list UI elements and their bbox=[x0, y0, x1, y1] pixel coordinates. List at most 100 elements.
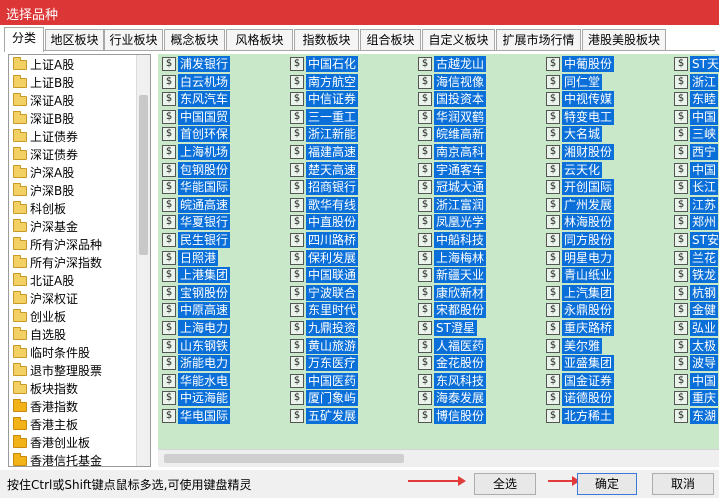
stock-item[interactable]: $ 浙江 bbox=[672, 73, 719, 90]
stock-item[interactable]: $ 中葡股份 bbox=[544, 56, 669, 72]
stock-item[interactable]: $ 江苏 bbox=[672, 196, 719, 213]
stock-item[interactable]: $ 中远海能 bbox=[160, 390, 285, 407]
stock-item[interactable]: $ 三一重工 bbox=[288, 108, 413, 125]
stock-item[interactable]: $ 中信证券 bbox=[288, 91, 413, 108]
stock-item[interactable]: $ 海信视像 bbox=[416, 73, 541, 90]
stock-item[interactable]: $ 杭钢 bbox=[672, 284, 719, 301]
tab-9[interactable]: 扩展市场行情 bbox=[496, 29, 581, 51]
stock-item[interactable]: $ 海泰发展 bbox=[416, 390, 541, 407]
category-item[interactable]: 所有沪深指数 bbox=[9, 254, 136, 272]
stock-item[interactable]: $ 太极 bbox=[672, 337, 719, 354]
stock-item[interactable]: $ 金花股份 bbox=[416, 355, 541, 372]
stock-item[interactable]: $ 国投资本 bbox=[416, 91, 541, 108]
stock-item[interactable]: $ 宋都股份 bbox=[416, 302, 541, 319]
stock-item[interactable]: $ 招商银行 bbox=[288, 179, 413, 196]
stock-item[interactable]: $ 中直股份 bbox=[288, 214, 413, 231]
stock-item[interactable]: $ 华能国际 bbox=[160, 179, 285, 196]
stock-item[interactable]: $ ST安 bbox=[672, 232, 719, 248]
stock-item[interactable]: $ 南京高科 bbox=[416, 144, 541, 160]
stock-item[interactable]: $ 凤凰光学 bbox=[416, 214, 541, 231]
stock-item[interactable]: $ 华能水电 bbox=[160, 372, 285, 389]
stock-item[interactable]: $ 人福医药 bbox=[416, 337, 541, 354]
stock-item[interactable]: $ 华电国际 bbox=[160, 408, 285, 424]
category-item[interactable]: 深证A股 bbox=[9, 92, 136, 110]
category-item[interactable]: 自选股 bbox=[9, 326, 136, 344]
category-item[interactable]: 退市整理股票 bbox=[9, 362, 136, 380]
stock-item[interactable]: $ 东风汽车 bbox=[160, 91, 285, 108]
category-item[interactable]: 上证债券 bbox=[9, 128, 136, 146]
stock-item[interactable]: $ 黄山旅游 bbox=[288, 337, 413, 354]
stock-item[interactable]: $ 浙能电力 bbox=[160, 355, 285, 372]
stock-item[interactable]: $ 中国医药 bbox=[288, 372, 413, 389]
stock-item[interactable]: $ 中国 bbox=[672, 161, 719, 178]
stock-item[interactable]: $ 美尔雅 bbox=[544, 337, 669, 354]
category-list[interactable]: 上证A股 上证B股 深证A股 深证B股 上证债券 深证债券 沪深A股 沪深B股 科创板 沪深基金所… bbox=[8, 54, 151, 467]
scrollbar-thumb[interactable] bbox=[139, 95, 148, 255]
category-item[interactable]: 上证B股 bbox=[9, 74, 136, 92]
category-item[interactable]: 沪深A股 bbox=[9, 164, 136, 182]
stock-item[interactable]: $ 华夏银行 bbox=[160, 214, 285, 231]
stock-item[interactable]: $ 亚盛集团 bbox=[544, 355, 669, 372]
stock-item[interactable]: $ 皖通高速 bbox=[160, 196, 285, 213]
stock-item[interactable]: $ 开创国际 bbox=[544, 179, 669, 196]
stock-grid[interactable]: $ 浦发银行 $ 白云机场 $ 东风汽车 $ 中国国贸 $ 首创环保 $ 上海机场 $ 包钢股份 $ 华能国际… bbox=[158, 54, 719, 449]
stock-item[interactable]: $ 东湖 bbox=[672, 408, 719, 424]
stock-item[interactable]: $ 浦发银行 bbox=[160, 56, 285, 72]
stock-item[interactable]: $ 中国国贸 bbox=[160, 108, 285, 125]
stock-item[interactable]: $ 西宁 bbox=[672, 144, 719, 160]
stock-item[interactable]: $ 中视传媒 bbox=[544, 91, 669, 108]
category-item[interactable]: 香港主板 bbox=[9, 416, 136, 434]
select-all-button[interactable]: 全选 bbox=[474, 473, 536, 495]
stock-item[interactable]: $ 大名城 bbox=[544, 126, 669, 143]
category-item[interactable]: 深证B股 bbox=[9, 110, 136, 128]
stock-item[interactable]: $ 楚天高速 bbox=[288, 161, 413, 178]
stock-item[interactable]: $ 永鼎股份 bbox=[544, 302, 669, 319]
stock-item[interactable]: $ 民生银行 bbox=[160, 232, 285, 248]
stock-item[interactable]: $ 万东医疗 bbox=[288, 355, 413, 372]
stock-item[interactable]: $ 明星电力 bbox=[544, 249, 669, 266]
stock-item[interactable]: $ 特变电工 bbox=[544, 108, 669, 125]
stock-item[interactable]: $ 波导 bbox=[672, 355, 719, 372]
stock-item[interactable]: $ 青山纸业 bbox=[544, 267, 669, 284]
stock-item[interactable]: $ 宇通客车 bbox=[416, 161, 541, 178]
stock-item[interactable]: $ 新疆天业 bbox=[416, 267, 541, 284]
stock-item[interactable]: $ 湘财股份 bbox=[544, 144, 669, 160]
category-item[interactable]: 北证A股 bbox=[9, 272, 136, 290]
stock-item[interactable]: $ 三峡 bbox=[672, 126, 719, 143]
stock-item[interactable]: $ 康欣新材 bbox=[416, 284, 541, 301]
stock-item[interactable]: $ 兰花 bbox=[672, 249, 719, 266]
stock-item[interactable]: $ 华润双鹤 bbox=[416, 108, 541, 125]
category-item[interactable]: 所有沪深品种 bbox=[9, 236, 136, 254]
stock-item[interactable]: $ 金健 bbox=[672, 302, 719, 319]
stock-item[interactable]: $ 重庆 bbox=[672, 390, 719, 407]
tab-1[interactable]: 分类 bbox=[4, 27, 44, 52]
stock-item[interactable]: $ 浙江新能 bbox=[288, 126, 413, 143]
stock-item[interactable]: $ 浙江富润 bbox=[416, 196, 541, 213]
category-item[interactable]: 沪深B股 bbox=[9, 182, 136, 200]
stock-item[interactable]: $ 同仁堂 bbox=[544, 73, 669, 90]
stock-item[interactable]: $ 歌华有线 bbox=[288, 196, 413, 213]
stock-item[interactable]: $ 云天化 bbox=[544, 161, 669, 178]
stock-item[interactable]: $ 诺德股份 bbox=[544, 390, 669, 407]
stock-item[interactable]: $ 五矿发展 bbox=[288, 408, 413, 424]
stock-item[interactable]: $ 首创环保 bbox=[160, 126, 285, 143]
stock-item[interactable]: $ 上海梅林 bbox=[416, 249, 541, 266]
scrollbar-thumb[interactable] bbox=[164, 454, 404, 463]
stock-item[interactable]: $ 包钢股份 bbox=[160, 161, 285, 178]
stock-item[interactable]: $ 铁龙 bbox=[672, 267, 719, 284]
stock-item[interactable]: $ 弘业 bbox=[672, 320, 719, 336]
stock-item[interactable]: $ 国金证券 bbox=[544, 372, 669, 389]
category-item[interactable]: 板块指数 bbox=[9, 380, 136, 398]
category-list-scrollbar[interactable] bbox=[136, 55, 150, 466]
stock-item[interactable]: $ 中船科技 bbox=[416, 232, 541, 248]
cancel-button[interactable]: 取消 bbox=[652, 473, 714, 495]
tab-7[interactable]: 组合板块 bbox=[360, 29, 421, 51]
stock-item[interactable]: $ 九鼎投资 bbox=[288, 320, 413, 336]
stock-item[interactable]: $ 福建高速 bbox=[288, 144, 413, 160]
stock-item[interactable]: $ 保利发展 bbox=[288, 249, 413, 266]
stock-item[interactable]: $ 皖维高新 bbox=[416, 126, 541, 143]
category-item[interactable]: 创业板 bbox=[9, 308, 136, 326]
stock-item[interactable]: $ 上港集团 bbox=[160, 267, 285, 284]
stock-item[interactable]: $ 上汽集团 bbox=[544, 284, 669, 301]
stock-item[interactable]: $ 中国 bbox=[672, 108, 719, 125]
